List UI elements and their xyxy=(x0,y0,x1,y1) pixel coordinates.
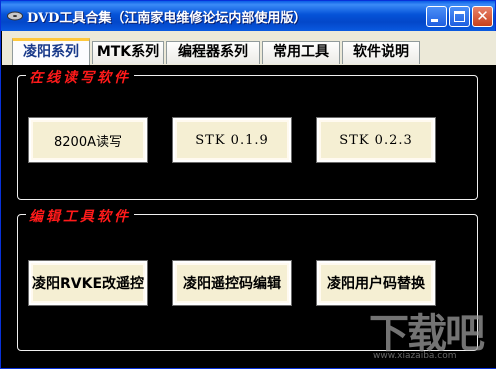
tab-label: 常用工具 xyxy=(273,44,329,60)
stk-023-button[interactable]: STK 0.2.3 xyxy=(316,117,436,163)
close-icon: ✕ xyxy=(476,7,489,25)
tab-strip: 凌阳系列 MTK系列 编程器系列 常用工具 软件说明 xyxy=(2,31,496,65)
app-icon xyxy=(7,11,23,21)
remote-code-edit-button[interactable]: 凌阳遥控码编辑 xyxy=(172,260,292,306)
group-title: 编辑工具软件 xyxy=(26,206,134,226)
tab-label: 编程器系列 xyxy=(178,44,248,60)
stk-019-button[interactable]: STK 0.1.9 xyxy=(172,117,292,163)
maximize-icon xyxy=(454,11,465,22)
minimize-icon xyxy=(431,19,438,22)
watermark-logo: 下载吧 www.xiazaiba.com xyxy=(361,301,491,367)
tab-common-tools[interactable]: 常用工具 xyxy=(262,41,340,64)
group-title: 在线读写软件 xyxy=(26,67,134,87)
maximize-button[interactable] xyxy=(449,6,470,27)
close-button[interactable]: ✕ xyxy=(472,6,493,27)
rvke-remote-button[interactable]: 凌阳RVKE改遥控 xyxy=(28,260,148,306)
tab-software-notes[interactable]: 软件说明 xyxy=(342,41,420,64)
tab-label: 凌阳系列 xyxy=(23,44,79,60)
minimize-button[interactable] xyxy=(426,6,447,27)
window-title: DVD工具合集（江南家电维修论坛内部使用版） xyxy=(27,11,307,26)
tab-programmer[interactable]: 编程器系列 xyxy=(166,41,260,64)
tab-label: MTK系列 xyxy=(96,44,160,60)
title-bar[interactable]: DVD工具合集（江南家电维修论坛内部使用版） ✕ xyxy=(1,1,495,31)
tab-mtk[interactable]: MTK系列 xyxy=(92,41,164,64)
watermark-url: www.xiazaiba.com xyxy=(373,351,457,361)
tab-lingyang[interactable]: 凌阳系列 xyxy=(12,38,90,65)
app-window: DVD工具合集（江南家电维修论坛内部使用版） ✕ 凌阳系列 MTK系列 编程器系… xyxy=(0,0,496,369)
user-code-replace-button[interactable]: 凌阳用户码替换 xyxy=(316,260,436,306)
8200a-rw-button[interactable]: 8200A读写 xyxy=(28,117,148,163)
tab-label: 软件说明 xyxy=(353,44,409,60)
